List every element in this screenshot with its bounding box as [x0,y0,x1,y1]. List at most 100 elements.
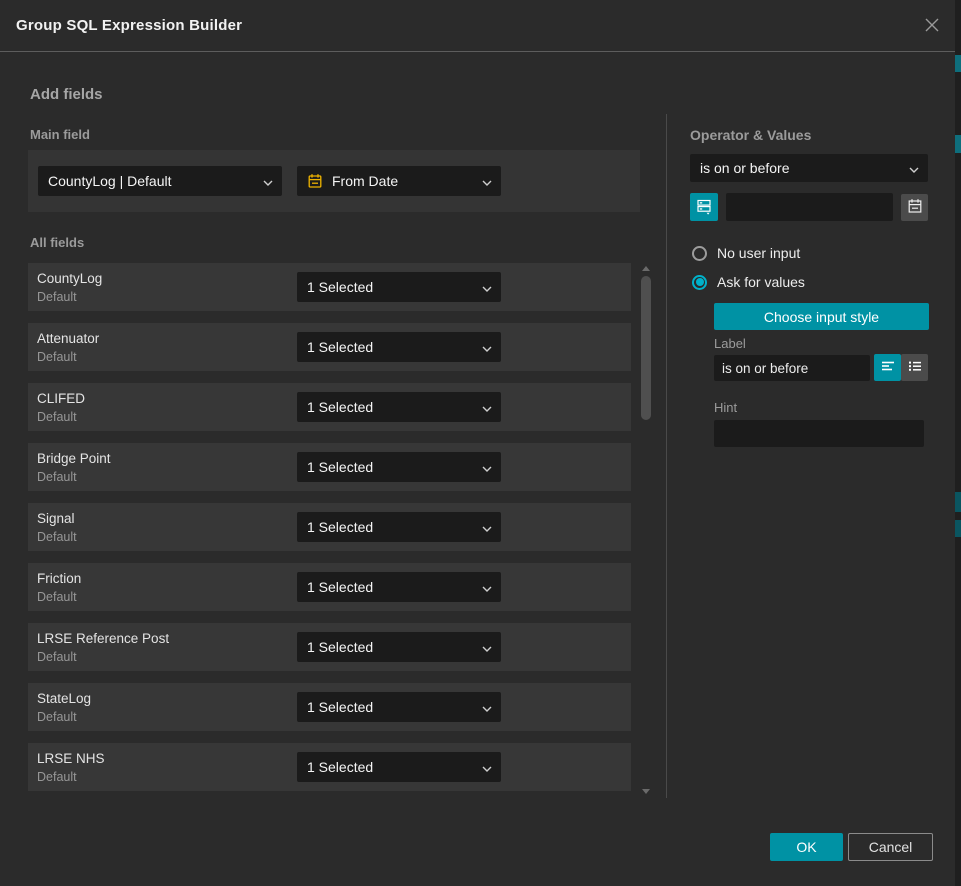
hint-input[interactable] [714,420,924,447]
value-list-button[interactable] [690,193,718,221]
field-sublabel: Default [37,470,77,484]
chevron-down-icon [482,639,492,655]
ok-button[interactable]: OK [770,833,843,861]
field-name: CLIFED [37,391,85,406]
chevron-down-icon [263,173,273,189]
screen: Group SQL Expression Builder Add fields … [0,0,961,886]
scrollbar-up-arrow[interactable] [642,266,650,271]
all-fields-list: CountyLog Default 1 Selected Attenuator … [28,263,631,803]
field-row: Signal Default 1 Selected [28,503,631,551]
field-sublabel: Default [37,650,77,664]
hint-caption: Hint [714,400,737,415]
main-field-select[interactable]: From Date [297,166,501,196]
field-selected-value: 1 Selected [307,399,373,415]
date-field-calendar-icon [307,173,323,189]
background-accent [955,520,961,537]
background-accent [955,492,961,512]
field-selected-dropdown[interactable]: 1 Selected [297,572,501,602]
field-sublabel: Default [37,710,77,724]
field-sublabel: Default [37,410,77,424]
close-icon [923,16,941,37]
field-name: Friction [37,571,81,586]
single-value-style-button[interactable] [874,354,901,381]
field-selected-dropdown[interactable]: 1 Selected [297,392,501,422]
list-style-button[interactable] [901,354,928,381]
main-field-select-value: From Date [332,173,398,189]
field-name: Attenuator [37,331,99,346]
field-row: LRSE Reference Post Default 1 Selected [28,623,631,671]
field-selected-value: 1 Selected [307,699,373,715]
scrollbar-down-arrow[interactable] [642,789,650,794]
field-row: StateLog Default 1 Selected [28,683,631,731]
field-name: CountyLog [37,271,102,286]
field-selected-dropdown[interactable]: 1 Selected [297,452,501,482]
chevron-down-icon [482,399,492,415]
field-name: StateLog [37,691,91,706]
operator-select-value: is on or before [700,160,790,176]
field-sublabel: Default [37,770,77,784]
chevron-down-icon [482,173,492,189]
field-selected-value: 1 Selected [307,579,373,595]
chevron-down-icon [482,579,492,595]
radio-circle-icon [692,246,707,261]
radio-no-user-input-label: No user input [717,245,800,261]
operator-values-heading: Operator & Values [690,127,811,143]
operator-select[interactable]: is on or before [690,154,928,182]
chevron-down-icon [482,279,492,295]
label-input[interactable] [714,355,870,381]
align-left-lines-icon [880,358,896,377]
calendar-icon [907,198,923,217]
field-row: LRSE NHS Default 1 Selected [28,743,631,791]
panel-divider [666,114,667,798]
field-selected-dropdown[interactable]: 1 Selected [297,692,501,722]
radio-no-user-input[interactable]: No user input [692,245,800,261]
radio-ask-for-values-label: Ask for values [717,274,805,290]
field-sublabel: Default [37,350,77,364]
chevron-down-icon [482,519,492,535]
field-sublabel: Default [37,590,77,604]
field-sublabel: Default [37,530,77,544]
dialog-title: Group SQL Expression Builder [16,0,242,52]
chevron-down-icon [482,459,492,475]
field-selected-value: 1 Selected [307,279,373,295]
field-selected-value: 1 Selected [307,519,373,535]
field-row: Attenuator Default 1 Selected [28,323,631,371]
field-name: Bridge Point [37,451,111,466]
background-accent [955,55,961,72]
main-layer-select-value: CountyLog | Default [48,173,172,189]
field-selected-dropdown[interactable]: 1 Selected [297,332,501,362]
chevron-down-icon [482,759,492,775]
field-selected-dropdown[interactable]: 1 Selected [297,632,501,662]
scrollbar-thumb[interactable] [641,276,651,420]
chevron-down-icon [909,160,919,176]
group-sql-expression-builder-dialog: Group SQL Expression Builder Add fields … [0,0,955,886]
field-row: Friction Default 1 Selected [28,563,631,611]
date-picker-button[interactable] [901,194,928,221]
choose-input-style-button[interactable]: Choose input style [714,303,929,330]
value-date-input[interactable] [726,193,893,221]
field-row: Bridge Point Default 1 Selected [28,443,631,491]
chevron-down-icon [482,339,492,355]
stacked-list-icon [695,197,713,218]
cancel-button[interactable]: Cancel [848,833,933,861]
main-layer-select[interactable]: CountyLog | Default [38,166,282,196]
add-fields-heading: Add fields [30,86,103,103]
field-selected-value: 1 Selected [307,459,373,475]
field-row: CountyLog Default 1 Selected [28,263,631,311]
label-caption: Label [714,336,746,351]
field-selected-value: 1 Selected [307,639,373,655]
field-selected-dropdown[interactable]: 1 Selected [297,272,501,302]
chevron-down-icon [482,699,492,715]
radio-ask-for-values[interactable]: Ask for values [692,274,805,290]
all-fields-label: All fields [30,235,84,250]
radio-circle-selected-icon [692,275,707,290]
main-field-label: Main field [30,127,90,142]
background-app-strip [955,0,961,886]
field-row: CLIFED Default 1 Selected [28,383,631,431]
field-name: Signal [37,511,75,526]
close-button[interactable] [921,15,943,37]
main-field-container: CountyLog | Default From Date [28,150,640,212]
background-accent [955,135,961,153]
field-selected-dropdown[interactable]: 1 Selected [297,512,501,542]
field-selected-dropdown[interactable]: 1 Selected [297,752,501,782]
